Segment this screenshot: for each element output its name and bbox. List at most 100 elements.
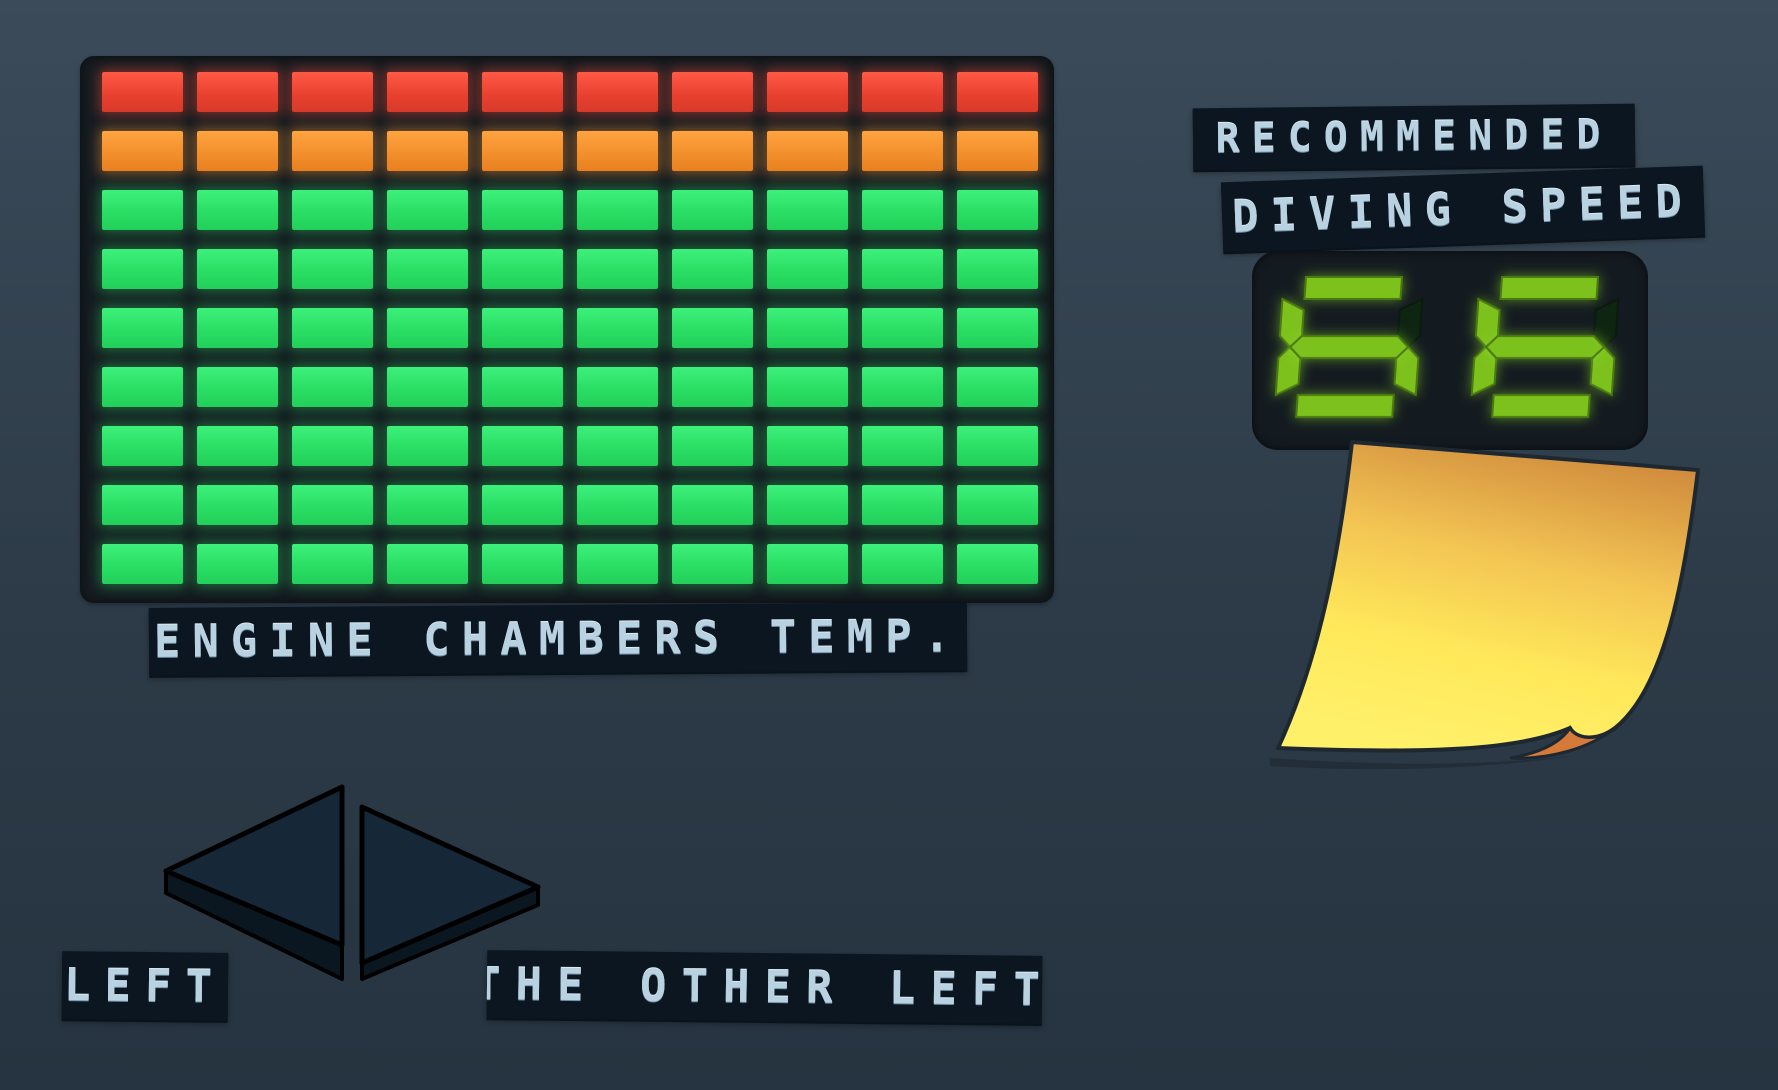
segment xyxy=(1484,335,1606,359)
temp-led-red xyxy=(577,72,658,112)
temp-led-green xyxy=(387,190,468,230)
temp-led-green xyxy=(672,544,753,584)
temp-led-green xyxy=(767,367,848,407)
temp-led-green xyxy=(957,544,1038,584)
engine-temp-label: ENGINE CHAMBERS TEMP. xyxy=(148,602,968,676)
temp-led-green xyxy=(102,426,183,466)
segment xyxy=(1295,394,1395,418)
speed-display xyxy=(1252,251,1648,450)
temp-led-red xyxy=(292,72,373,112)
temp-led-green xyxy=(482,544,563,584)
temp-led-green xyxy=(767,485,848,525)
temp-led-green xyxy=(577,544,658,584)
temp-led-orange xyxy=(767,131,848,171)
temp-led-red xyxy=(197,72,278,112)
temp-led-green xyxy=(197,544,278,584)
temp-led-green xyxy=(292,544,373,584)
temp-led-green xyxy=(767,190,848,230)
temp-led-green xyxy=(197,367,278,407)
temp-led-green xyxy=(957,190,1038,230)
temp-led-green xyxy=(957,485,1038,525)
temp-led-green xyxy=(387,426,468,466)
segment xyxy=(1303,276,1404,300)
segment xyxy=(1499,276,1600,300)
temp-led-green xyxy=(672,367,753,407)
temp-led-green xyxy=(957,308,1038,348)
temp-led-green xyxy=(102,367,183,407)
temp-led-green xyxy=(197,190,278,230)
temp-led-green xyxy=(767,544,848,584)
temp-led-green xyxy=(387,544,468,584)
diving-speed-label: DIVING SPEED xyxy=(1220,165,1706,253)
temp-led-green xyxy=(387,249,468,289)
temp-led-orange xyxy=(387,131,468,171)
temp-led-green xyxy=(197,485,278,525)
temp-led-orange xyxy=(862,131,943,171)
temp-led-green xyxy=(862,544,943,584)
seven-segment-display xyxy=(1274,276,1620,418)
temp-led-orange xyxy=(197,131,278,171)
engine-temp-led-grid xyxy=(80,56,1054,603)
temp-led-orange xyxy=(577,131,658,171)
temp-led-green xyxy=(102,308,183,348)
temp-led-green xyxy=(862,190,943,230)
temp-led-green xyxy=(577,190,658,230)
left-label: LEFT xyxy=(61,951,229,1021)
temp-led-green xyxy=(672,485,753,525)
temp-led-green xyxy=(102,249,183,289)
temp-led-green xyxy=(577,249,658,289)
temp-led-green xyxy=(482,426,563,466)
temp-led-green xyxy=(862,485,943,525)
temp-led-orange xyxy=(292,131,373,171)
temp-led-red xyxy=(482,72,563,112)
temp-led-red xyxy=(957,72,1038,112)
temp-led-green xyxy=(672,308,753,348)
temp-led-green xyxy=(197,249,278,289)
temp-led-green xyxy=(292,190,373,230)
temp-led-green xyxy=(767,249,848,289)
temp-led-green xyxy=(482,485,563,525)
temp-led-green xyxy=(577,367,658,407)
triangle-left-icon xyxy=(163,784,345,981)
temp-led-orange xyxy=(102,131,183,171)
temp-led-green xyxy=(387,367,468,407)
engine-temp-panel xyxy=(80,56,1054,603)
temp-led-green xyxy=(862,249,943,289)
temp-led-green xyxy=(577,308,658,348)
temp-led-red xyxy=(862,72,943,112)
segment xyxy=(1491,394,1591,418)
temp-led-green xyxy=(482,249,563,289)
temp-led-green xyxy=(767,426,848,466)
temp-led-green xyxy=(672,249,753,289)
temp-led-orange xyxy=(672,131,753,171)
speed-digit xyxy=(1274,276,1424,418)
temp-led-green xyxy=(672,190,753,230)
speed-digit xyxy=(1470,276,1620,418)
temp-led-green xyxy=(197,426,278,466)
temp-led-green xyxy=(102,544,183,584)
temp-led-green xyxy=(672,426,753,466)
temp-led-green xyxy=(292,367,373,407)
temp-led-green xyxy=(387,485,468,525)
temp-led-green xyxy=(387,308,468,348)
temp-led-green xyxy=(957,426,1038,466)
temp-led-green xyxy=(862,308,943,348)
recommended-label: RECOMMENDED xyxy=(1192,103,1636,171)
temp-led-green xyxy=(482,308,563,348)
sticky-note xyxy=(1270,440,1700,770)
temp-led-green xyxy=(862,367,943,407)
temp-led-green xyxy=(292,249,373,289)
other-left-label: THE OTHER LEFT xyxy=(486,950,1043,1024)
temp-led-green xyxy=(862,426,943,466)
temp-led-red xyxy=(767,72,848,112)
temp-led-green xyxy=(957,249,1038,289)
temp-led-green xyxy=(102,485,183,525)
temp-led-red xyxy=(387,72,468,112)
temp-led-green xyxy=(292,485,373,525)
temp-led-red xyxy=(102,72,183,112)
temp-led-green xyxy=(482,190,563,230)
temp-led-green xyxy=(767,308,848,348)
temp-led-green xyxy=(577,485,658,525)
temp-led-orange xyxy=(482,131,563,171)
temp-led-green xyxy=(197,308,278,348)
